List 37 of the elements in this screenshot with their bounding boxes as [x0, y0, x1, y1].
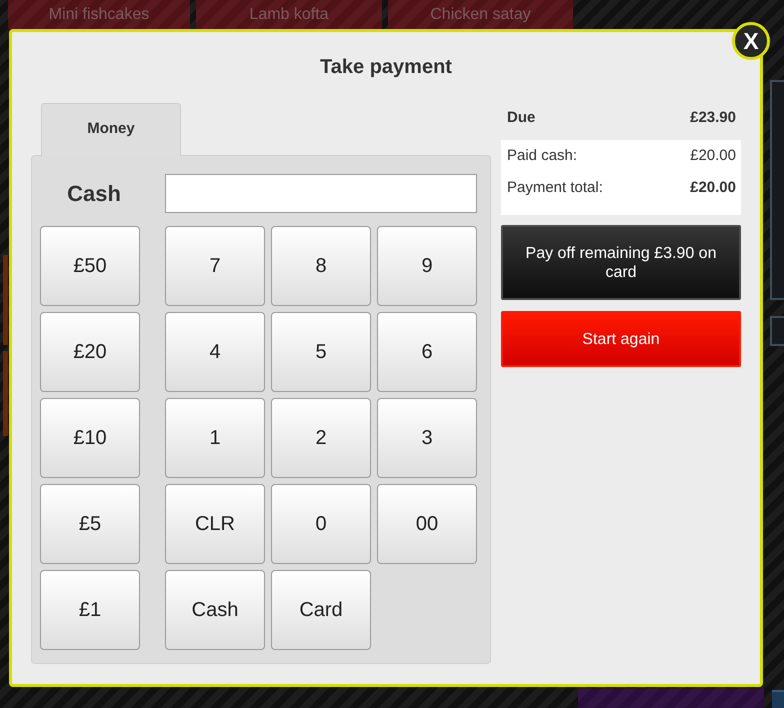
close-button[interactable]: X	[732, 22, 770, 60]
keypad-key[interactable]: 00	[377, 484, 477, 564]
keypad-key[interactable]: 8	[271, 226, 371, 306]
summary-label: Paid cash:	[507, 146, 578, 166]
field-label: Cash	[66, 180, 122, 206]
summary-amount: £20.00	[690, 178, 736, 198]
due-label: Due	[507, 108, 536, 128]
keypad-key[interactable]: 0	[271, 484, 371, 564]
pay-remaining-button[interactable]: Pay off remaining £3.90 on card	[501, 225, 741, 300]
amount-key[interactable]: £50	[40, 226, 140, 306]
amount-key[interactable]: £20	[40, 312, 140, 392]
side-panel	[770, 316, 784, 346]
start-again-button[interactable]: Start again	[501, 311, 741, 367]
summary-amount: £20.00	[690, 146, 736, 166]
menu-tile[interactable]	[3, 351, 8, 436]
keypad-key[interactable]: 4	[165, 312, 265, 392]
amount-key[interactable]: £5	[40, 484, 140, 564]
amount-key[interactable]: £1	[40, 570, 140, 650]
keypad-key[interactable]: Card	[271, 570, 371, 650]
keypad-key[interactable]: 5	[271, 312, 371, 392]
due-amount: £23.90	[690, 108, 736, 128]
menu-tile[interactable]	[772, 690, 784, 708]
menu-tile[interactable]	[578, 688, 764, 708]
keypad-key[interactable]: CLR	[165, 484, 265, 564]
keypad-key[interactable]: 7	[165, 226, 265, 306]
cash-input-field[interactable]	[165, 174, 477, 213]
keypad-key[interactable]: 6	[377, 312, 477, 392]
keypad-key[interactable]: Cash	[165, 570, 265, 650]
amount-key[interactable]: £10	[40, 398, 140, 478]
keypad-key[interactable]: 3	[377, 398, 477, 478]
keypad-key[interactable]: 9	[377, 226, 477, 306]
menu-tile[interactable]	[3, 255, 8, 345]
keypad-key[interactable]: 1	[165, 398, 265, 478]
dialog-title: Take payment	[319, 55, 453, 79]
summary-label: Payment total:	[507, 178, 603, 198]
keypad-key[interactable]: 2	[271, 398, 371, 478]
tab[interactable]: Money	[41, 103, 181, 156]
